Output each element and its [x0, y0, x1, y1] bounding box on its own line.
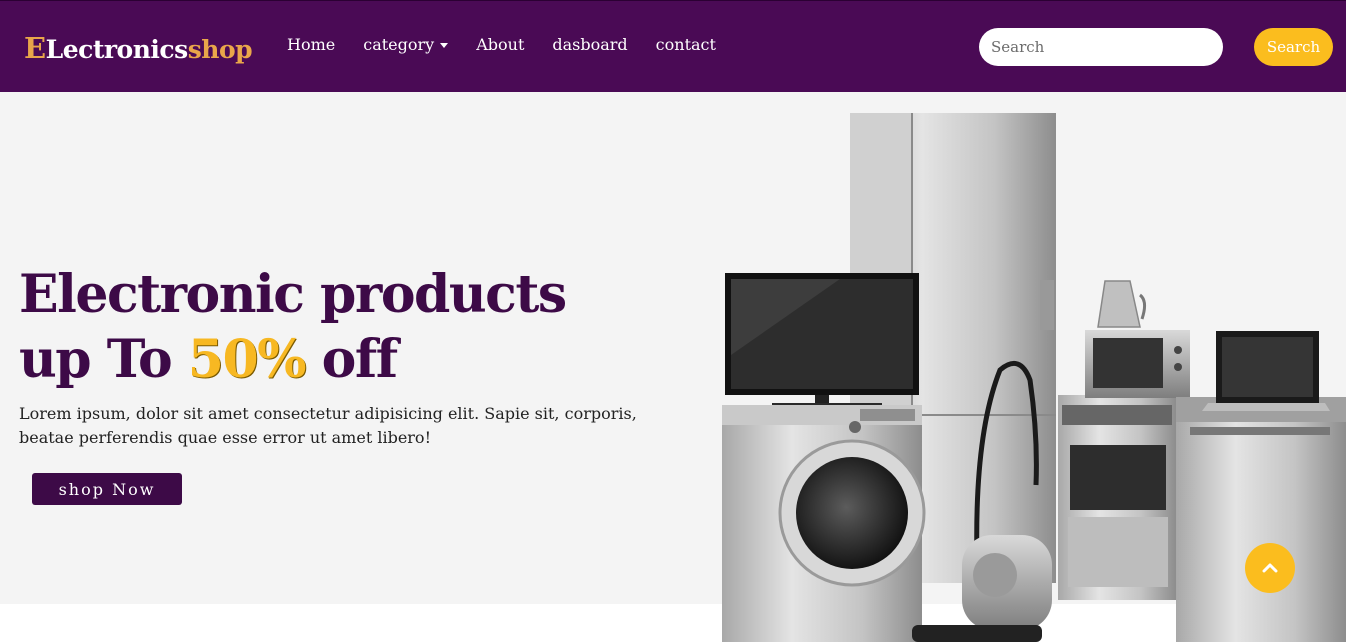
- scroll-to-top-button[interactable]: [1245, 543, 1295, 593]
- navbar: ELectronicsshop Home category About dasb…: [0, 0, 1346, 92]
- nav-about-link[interactable]: About: [476, 35, 524, 54]
- nav-dashboard-link[interactable]: dasboard: [552, 35, 627, 54]
- shop-now-button[interactable]: shop Now: [32, 473, 182, 505]
- search-input[interactable]: [979, 28, 1223, 66]
- nav-category-label: category: [363, 35, 435, 54]
- brand-suffix: shop: [187, 35, 253, 64]
- caret-down-icon: [440, 43, 449, 48]
- nav-home-link[interactable]: Home: [287, 35, 335, 54]
- nav-category-dropdown[interactable]: category: [363, 35, 449, 54]
- headline-discount: 50%: [187, 329, 307, 390]
- hero-description: Lorem ipsum, dolor sit amet consectetur …: [19, 404, 637, 447]
- main-nav: Home category About dasboard contact: [287, 35, 744, 54]
- hero-headline: Electronic products up To 50% off: [19, 262, 567, 392]
- headline-line2-prefix: up To: [19, 329, 188, 390]
- headline-line2-suffix: off: [305, 329, 398, 390]
- search-button[interactable]: Search: [1254, 28, 1333, 66]
- brand-logo[interactable]: ELectronicsshop: [24, 31, 253, 65]
- nav-contact-link[interactable]: contact: [656, 35, 716, 54]
- headline-line1: Electronic products: [19, 264, 567, 325]
- chevron-up-icon: [1262, 563, 1278, 573]
- brand-letter: E: [24, 31, 46, 65]
- brand-name: Lectronics: [45, 35, 189, 64]
